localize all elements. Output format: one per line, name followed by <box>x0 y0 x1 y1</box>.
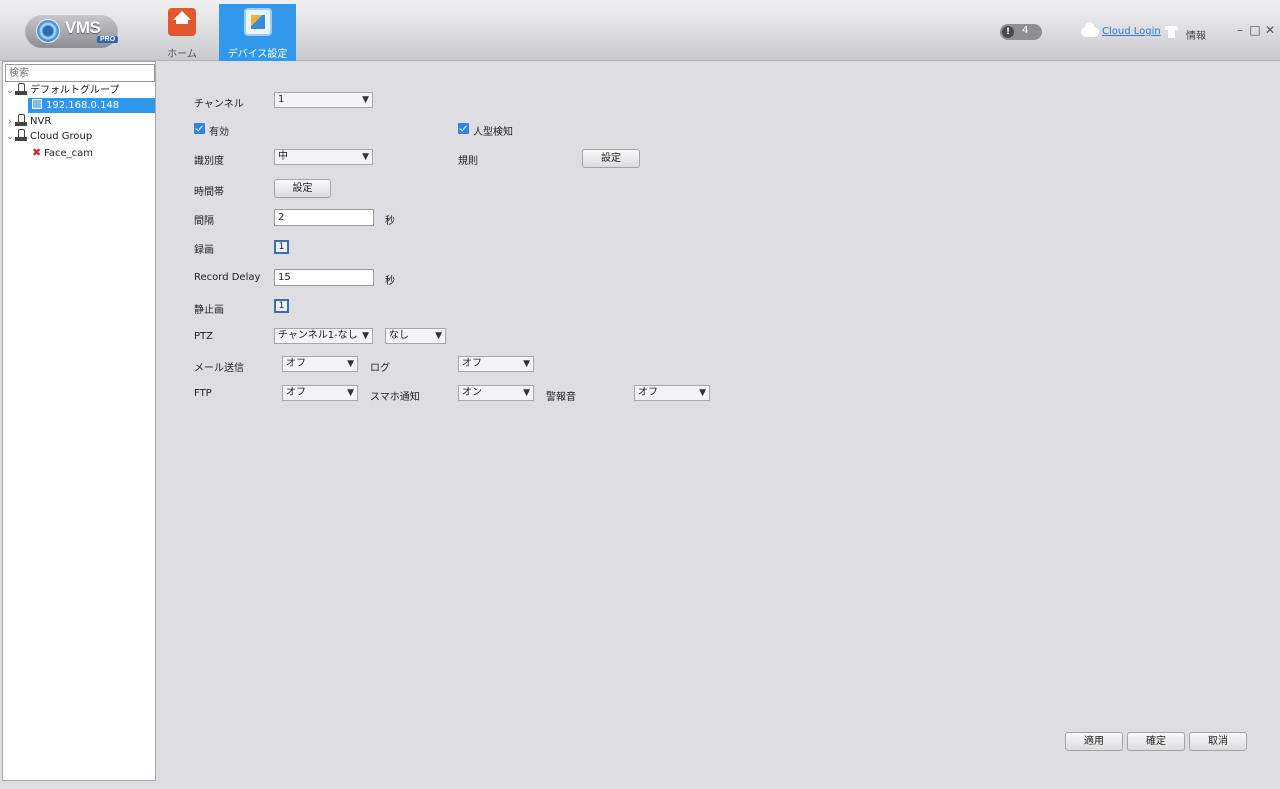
offline-x-icon: ✖ <box>32 146 42 159</box>
buzzer-value: オフ <box>638 387 658 398</box>
alarm-icon: ! <box>1002 26 1014 38</box>
ptz-channel-value: チャンネル1-なし <box>278 330 358 341</box>
tree-item-label: Face_cam <box>44 148 93 159</box>
tree-item-face-cam[interactable]: ✖ Face_cam <box>32 145 93 160</box>
tree-item-label: デフォルトグループ <box>30 85 120 96</box>
channel-label: チャンネル <box>194 99 244 110</box>
nav-tab-home[interactable]: ホーム <box>160 4 204 61</box>
skin-icon[interactable] <box>1165 26 1178 38</box>
tree-item-device[interactable]: 192.168.0.148 <box>28 98 155 113</box>
dropdown-arrow-icon: ▼ <box>347 388 354 398</box>
ftp-select[interactable]: オフ ▼ <box>282 385 358 401</box>
email-value: オフ <box>286 358 306 369</box>
cloud-icon <box>1081 22 1099 37</box>
snapshot-channel-selector[interactable]: 1 <box>274 299 289 313</box>
close-button[interactable]: ✕ <box>1264 23 1276 37</box>
tree-item-label: Cloud Group <box>30 131 93 142</box>
dropdown-arrow-icon: ▼ <box>435 331 442 341</box>
email-label: メール送信 <box>194 363 244 374</box>
logo-pro-badge: PRO <box>97 36 119 43</box>
info-button[interactable]: 情報 <box>1186 27 1206 42</box>
minimize-button[interactable]: – <box>1234 23 1246 37</box>
nav-tab-device-settings[interactable]: デバイス設定 <box>219 4 296 61</box>
alarm-indicator[interactable]: ! 4 <box>1000 24 1042 40</box>
cancel-button[interactable]: 取消 <box>1189 732 1247 751</box>
snapshot-label: 静止画 <box>194 305 224 316</box>
eye-logo-icon <box>36 19 60 43</box>
device-tree-panel: ⌄ デフォルトグループ 192.168.0.148 › NVR ⌄ Cloud Gro… <box>2 61 156 781</box>
search-input[interactable] <box>5 64 155 82</box>
tree-item-label: NVR <box>30 116 52 127</box>
buzzer-label: 警報音 <box>546 392 576 403</box>
home-icon <box>168 8 196 36</box>
group-icon <box>15 129 27 141</box>
cloud-login-link[interactable]: Cloud Login <box>1102 26 1161 37</box>
title-bar: VMS PRO ホーム デバイス設定 ! 4 Cloud Login 情報 – … <box>0 0 1280 61</box>
ptz-action-select[interactable]: なし ▼ <box>385 328 446 344</box>
device-settings-icon <box>243 8 272 36</box>
record-channel-selector[interactable]: 1 <box>274 240 289 254</box>
chevron-down-icon[interactable]: ⌄ <box>5 84 15 99</box>
nav-home-label: ホーム <box>167 49 197 60</box>
human-detect-checkbox[interactable] <box>458 123 469 134</box>
dropdown-arrow-icon: ▼ <box>362 95 369 105</box>
schedule-label: 時間帯 <box>194 187 224 198</box>
dropdown-arrow-icon: ▼ <box>523 388 530 398</box>
push-select[interactable]: オン ▼ <box>458 385 534 401</box>
ptz-channel-select[interactable]: チャンネル1-なし ▼ <box>274 328 373 344</box>
enable-checkbox[interactable] <box>194 123 205 134</box>
ptz-action-value: なし <box>389 330 409 341</box>
ptz-label: PTZ <box>194 331 213 342</box>
rule-label: 規則 <box>458 156 478 167</box>
dropdown-arrow-icon: ▼ <box>347 359 354 369</box>
log-value: オフ <box>462 358 482 369</box>
camera-icon <box>32 99 42 109</box>
sensitivity-label: 識別度 <box>194 156 224 167</box>
log-select[interactable]: オフ ▼ <box>458 356 534 372</box>
interval-input[interactable]: 2 <box>274 209 374 226</box>
maximize-button[interactable]: □ <box>1249 23 1261 37</box>
record-delay-unit: 秒 <box>385 276 395 287</box>
push-value: オン <box>462 387 482 398</box>
alarm-count: 4 <box>1022 25 1029 36</box>
group-icon <box>15 83 27 95</box>
dropdown-arrow-icon: ▼ <box>523 359 530 369</box>
tree-item-cloud-group[interactable]: ⌄ Cloud Group <box>5 129 92 144</box>
dropdown-arrow-icon: ▼ <box>699 388 706 398</box>
sensitivity-select[interactable]: 中 ▼ <box>274 149 373 165</box>
nav-device-label: デバイス設定 <box>227 49 288 60</box>
record-delay-label: Record Delay <box>194 272 261 283</box>
ftp-value: オフ <box>286 387 306 398</box>
schedule-settings-button[interactable]: 設定 <box>274 179 331 198</box>
chevron-down-icon[interactable]: ⌄ <box>5 130 15 145</box>
channel-select[interactable]: 1 ▼ <box>274 92 373 108</box>
vms-logo: VMS PRO <box>25 14 119 48</box>
buzzer-select[interactable]: オフ ▼ <box>634 385 710 401</box>
enable-label: 有効 <box>209 127 229 138</box>
ok-button[interactable]: 確定 <box>1127 732 1185 751</box>
logo-text: VMS <box>65 18 101 37</box>
tree-item-label: 192.168.0.148 <box>46 100 120 111</box>
rule-settings-button[interactable]: 設定 <box>582 149 640 168</box>
chevron-right-icon[interactable]: › <box>5 115 15 130</box>
push-label: スマホ通知 <box>370 392 420 403</box>
tree-item-nvr[interactable]: › NVR <box>5 114 51 129</box>
ftp-label: FTP <box>194 388 212 399</box>
group-icon <box>15 114 27 126</box>
record-delay-input[interactable]: 15 <box>274 269 374 286</box>
interval-unit: 秒 <box>385 216 395 227</box>
tree-item-default-group[interactable]: ⌄ デフォルトグループ <box>5 83 119 98</box>
email-select[interactable]: オフ ▼ <box>282 356 358 372</box>
sensitivity-value: 中 <box>278 151 288 162</box>
record-label: 録画 <box>194 245 214 256</box>
human-detect-label: 人型検知 <box>473 127 513 138</box>
interval-label: 間隔 <box>194 216 214 227</box>
apply-button[interactable]: 適用 <box>1065 732 1123 751</box>
dropdown-arrow-icon: ▼ <box>362 152 369 162</box>
log-label: ログ <box>370 363 390 374</box>
dropdown-arrow-icon: ▼ <box>362 331 369 341</box>
channel-value: 1 <box>278 94 285 105</box>
